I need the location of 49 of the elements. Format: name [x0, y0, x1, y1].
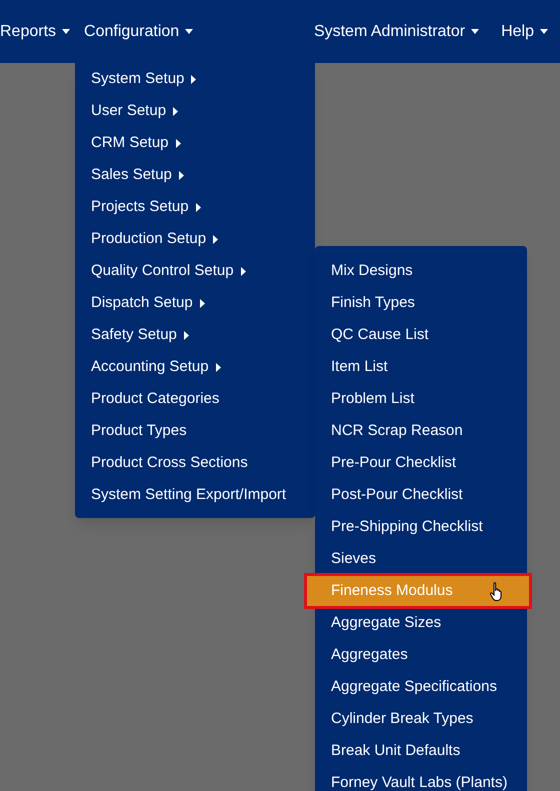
- caret-right-icon: [200, 298, 205, 308]
- nav-menu-button[interactable]: Configuration: [84, 18, 194, 46]
- submenu-item[interactable]: Aggregate Sizes: [315, 607, 527, 639]
- submenu-item[interactable]: Cylinder Break Types: [315, 703, 527, 735]
- caret-right-icon: [240, 266, 246, 276]
- menu-item[interactable]: System Setup: [75, 63, 315, 95]
- menu-item[interactable]: Accounting Setup: [75, 351, 315, 383]
- menu-item[interactable]: Projects Setup: [75, 191, 315, 223]
- submenu-item[interactable]: Finish Types: [315, 287, 527, 319]
- submenu-item[interactable]: Problem List: [315, 383, 527, 415]
- hand-cursor-icon: [490, 582, 504, 602]
- caret-right-icon: [173, 106, 178, 116]
- caret-right-icon: [213, 234, 218, 244]
- caret-icon: [540, 29, 548, 34]
- nav-menu-button[interactable]: Reports: [0, 18, 70, 46]
- submenu-item[interactable]: Pre-Pour Checklist: [315, 447, 527, 479]
- caret-right-icon: [184, 330, 189, 340]
- nav-menu-button[interactable]: System Administrator: [314, 18, 480, 46]
- submenu-item[interactable]: QC Cause List: [315, 319, 527, 351]
- caret-right-icon: [178, 170, 184, 180]
- menu-item[interactable]: System Setting Export/Import: [75, 479, 315, 511]
- caret-right-icon: [176, 138, 181, 148]
- caret-icon: [185, 29, 194, 34]
- submenu-item[interactable]: Sieves: [315, 543, 527, 575]
- menu-item[interactable]: User Setup: [75, 95, 315, 127]
- submenu-item[interactable]: Break Unit Defaults: [315, 735, 527, 767]
- menu-item[interactable]: CRM Setup: [75, 127, 315, 159]
- caret-icon: [62, 29, 70, 34]
- menu-item[interactable]: Sales Setup: [75, 159, 315, 191]
- submenu-item[interactable]: Pre-Shipping Checklist: [315, 511, 527, 543]
- submenu-item[interactable]: Item List: [315, 351, 527, 383]
- menu-item[interactable]: Product Cross Sections: [75, 447, 315, 479]
- menu-item[interactable]: Safety Setup: [75, 319, 315, 351]
- caret-right-icon: [191, 74, 196, 84]
- menu-item[interactable]: Quality Control Setup: [75, 255, 315, 287]
- caret-right-icon: [196, 202, 201, 212]
- menu-item[interactable]: Dispatch Setup: [75, 287, 315, 319]
- submenu-item[interactable]: Aggregate Specifications: [315, 671, 527, 703]
- submenu-item[interactable]: Post-Pour Checklist: [315, 479, 527, 511]
- menu-item[interactable]: Production Setup: [75, 223, 315, 255]
- submenu-item[interactable]: NCR Scrap Reason: [315, 415, 527, 447]
- caret-right-icon: [216, 362, 221, 372]
- nav-menu-button[interactable]: Help: [501, 18, 548, 46]
- caret-icon: [471, 29, 480, 34]
- submenu-item[interactable]: Aggregates: [315, 639, 527, 671]
- submenu-item[interactable]: Forney Vault Labs (Plants): [315, 767, 527, 791]
- submenu-item[interactable]: Mix Designs: [315, 255, 527, 287]
- menu-item[interactable]: Product Types: [75, 415, 315, 447]
- menu-item[interactable]: Product Categories: [75, 383, 315, 415]
